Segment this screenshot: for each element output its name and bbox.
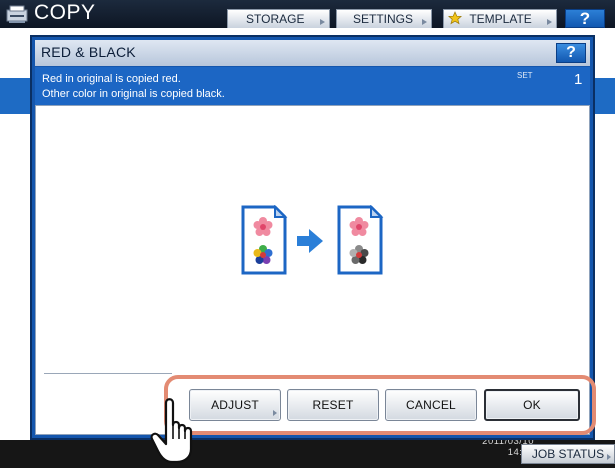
copy-app-icon [6, 5, 28, 23]
arrow-icon [297, 229, 323, 253]
help-button[interactable]: ? [565, 9, 605, 28]
dialog-help-button[interactable]: ? [556, 43, 586, 63]
tab-arrow-icon [422, 19, 427, 25]
tab-settings[interactable]: SETTINGS [336, 9, 432, 28]
cancel-button[interactable]: CANCEL [385, 389, 477, 421]
tab-template-label: TEMPLATE [469, 12, 532, 26]
info-line-1: Red in original is copied red. [42, 73, 181, 85]
ok-button[interactable]: OK [484, 389, 580, 421]
dialog-title: RED & BLACK [41, 44, 136, 60]
info-bar: Red in original is copied red. Other col… [35, 67, 590, 105]
tab-arrow-icon [320, 19, 325, 25]
job-status-label: JOB STATUS [531, 447, 605, 461]
info-line-2: Other color in original is copied black. [42, 88, 225, 100]
app-title: COPY [34, 1, 96, 24]
star-icon [447, 11, 463, 25]
top-bar: COPY STORAGE SETTINGS TEMPLATE ? [0, 0, 615, 28]
dialog-header: RED & BLACK ? [35, 40, 590, 66]
adjust-button-label: ADJUST [211, 398, 259, 412]
job-status-arrow-icon [607, 454, 611, 460]
original-page-icon [241, 205, 288, 275]
tab-storage-label: STORAGE [246, 12, 305, 26]
output-page-icon [337, 205, 384, 275]
tab-arrow-icon [547, 19, 552, 25]
color-to-red-black-illustration [241, 205, 384, 275]
ok-button-label: OK [523, 398, 541, 412]
adjust-arrow-icon [273, 410, 277, 416]
pointing-hand-icon [150, 398, 193, 464]
reset-button-label: RESET [312, 398, 354, 412]
adjust-button[interactable]: ADJUST [189, 389, 281, 421]
tab-settings-label: SETTINGS [353, 12, 414, 26]
cancel-button-label: CANCEL [406, 398, 456, 412]
tab-storage[interactable]: STORAGE [227, 9, 330, 28]
tab-template[interactable]: TEMPLATE [443, 9, 557, 28]
job-status-button[interactable]: JOB STATUS [521, 444, 615, 464]
reset-button[interactable]: RESET [287, 389, 379, 421]
set-label: SET [517, 71, 533, 80]
set-value: 1 [574, 71, 583, 88]
divider [44, 373, 172, 374]
background-stripe [0, 78, 30, 114]
